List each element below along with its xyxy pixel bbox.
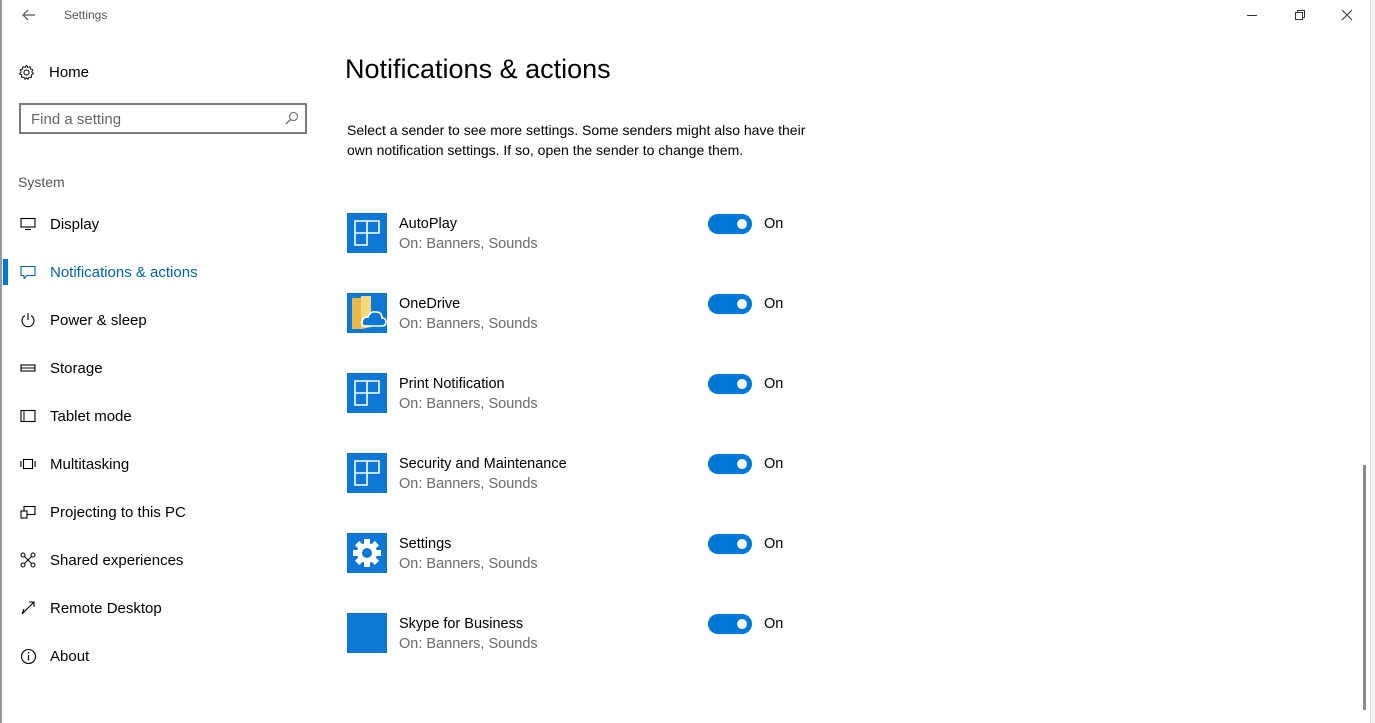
- sender-name: Security and Maintenance: [399, 456, 567, 472]
- share-icon: [19, 551, 37, 569]
- toggle-knob: [737, 619, 747, 629]
- tablet-icon: [19, 407, 37, 425]
- monitor-icon: [19, 215, 37, 233]
- sidebar-item-display[interactable]: Display: [0, 212, 320, 236]
- sidebar-item-shared-experiences[interactable]: Shared experiences: [0, 548, 320, 572]
- window-title: Settings: [64, 8, 108, 22]
- sidebar-item-projecting[interactable]: Projecting to this PC: [0, 500, 320, 524]
- sidebar-item-notifications[interactable]: Notifications & actions: [0, 260, 320, 284]
- sender-status: On: Banners, Sounds: [399, 476, 538, 492]
- sidebar-item-power-sleep[interactable]: Power & sleep: [0, 308, 320, 332]
- toggle-knob: [737, 379, 747, 389]
- close-icon: [1341, 9, 1353, 21]
- sidebar-item-label: Tablet mode: [50, 407, 132, 425]
- background-window-edge: [1370, 0, 1375, 723]
- sender-name: OneDrive: [399, 296, 461, 312]
- sidebar-item-label: Multitasking: [50, 455, 130, 473]
- back-button[interactable]: [14, 2, 44, 28]
- sidebar-item-label: Storage: [50, 359, 103, 377]
- sender-name: Settings: [399, 536, 452, 552]
- skype-business-icon: [347, 613, 387, 653]
- toggle-knob: [737, 219, 747, 229]
- close-button[interactable]: [1324, 0, 1370, 30]
- scrollbar-thumb[interactable]: [1363, 465, 1366, 710]
- toggle-state-label: On: [764, 536, 784, 552]
- sender-name: Skype for Business: [399, 616, 524, 632]
- sender-settings[interactable]: Settings On: Banners, Sounds On: [347, 533, 807, 577]
- message-icon: [19, 263, 37, 281]
- onedrive-folder-icon: [347, 293, 387, 333]
- notification-toggle[interactable]: [708, 294, 752, 314]
- sidebar-item-remote-desktop[interactable]: Remote Desktop: [0, 596, 320, 620]
- sender-skype-for-business[interactable]: Skype for Business On: Banners, Sounds O…: [347, 613, 807, 657]
- search-input[interactable]: [31, 109, 271, 129]
- notification-toggle[interactable]: [708, 454, 752, 474]
- multitasking-icon: [19, 455, 37, 473]
- back-arrow-icon: [22, 9, 35, 21]
- storage-icon: [19, 359, 37, 377]
- sidebar-item-tablet-mode[interactable]: Tablet mode: [0, 404, 320, 428]
- projecting-icon: [19, 503, 37, 521]
- app-tile-icon: [347, 213, 387, 253]
- toggle-state-label: On: [764, 456, 784, 472]
- sender-security-maintenance[interactable]: Security and Maintenance On: Banners, So…: [347, 453, 807, 497]
- app-tile-icon: [347, 373, 387, 413]
- sender-autoplay[interactable]: AutoPlay On: Banners, Sounds On: [347, 213, 807, 257]
- toggle-state-label: On: [764, 376, 784, 392]
- minimize-icon: [1247, 15, 1257, 16]
- page-title: Notifications & actions: [345, 54, 611, 84]
- home-label: Home: [49, 63, 90, 81]
- gear-icon: [19, 64, 34, 80]
- sender-print-notification[interactable]: Print Notification On: Banners, Sounds O…: [347, 373, 807, 417]
- info-icon: [19, 647, 37, 665]
- sidebar-item-label: Display: [50, 215, 100, 233]
- toggle-knob: [737, 459, 747, 469]
- sidebar-item-label: Notifications & actions: [50, 263, 198, 281]
- page-description: Select a sender to see more settings. So…: [347, 122, 806, 158]
- notification-toggle[interactable]: [708, 614, 752, 634]
- notification-toggle[interactable]: [708, 374, 752, 394]
- power-icon: [19, 311, 37, 329]
- sender-status: On: Banners, Sounds: [399, 316, 538, 332]
- sidebar-item-multitasking[interactable]: Multitasking: [0, 452, 320, 476]
- minimize-button[interactable]: [1229, 0, 1275, 30]
- sidebar-item-label: Remote Desktop: [50, 599, 162, 617]
- search-box[interactable]: [19, 103, 307, 134]
- section-header-system: System: [18, 174, 65, 190]
- notification-toggle[interactable]: [708, 214, 752, 234]
- sidebar-item-label: Power & sleep: [50, 311, 147, 329]
- title-bar: Settings: [2, 0, 1368, 32]
- gear-icon: [347, 533, 387, 573]
- sidebar-item-label: About: [50, 647, 90, 665]
- toggle-state-label: On: [764, 296, 784, 312]
- toggle-knob: [737, 539, 747, 549]
- remote-desktop-icon: [19, 599, 37, 617]
- notification-toggle[interactable]: [708, 534, 752, 554]
- toggle-state-label: On: [764, 616, 784, 632]
- toggle-knob: [737, 299, 747, 309]
- sender-status: On: Banners, Sounds: [399, 396, 538, 412]
- restore-button[interactable]: [1277, 0, 1323, 30]
- sidebar-item-label: Shared experiences: [50, 551, 184, 569]
- sidebar-item-storage[interactable]: Storage: [0, 356, 320, 380]
- restore-icon: [1295, 10, 1305, 20]
- sender-status: On: Banners, Sounds: [399, 556, 538, 572]
- settings-window: Settings Home System: [0, 0, 1375, 723]
- sender-name: AutoPlay: [399, 216, 458, 232]
- search-icon: [285, 111, 299, 125]
- sender-name: Print Notification: [399, 376, 505, 392]
- sender-onedrive[interactable]: OneDrive On: Banners, Sounds On: [347, 293, 807, 337]
- toggle-state-label: On: [764, 216, 784, 232]
- sender-status: On: Banners, Sounds: [399, 636, 538, 652]
- app-tile-icon: [347, 453, 387, 493]
- sidebar-item-label: Projecting to this PC: [50, 503, 186, 521]
- home-link[interactable]: Home: [18, 60, 89, 84]
- sidebar-item-about[interactable]: About: [0, 644, 320, 668]
- sender-status: On: Banners, Sounds: [399, 236, 538, 252]
